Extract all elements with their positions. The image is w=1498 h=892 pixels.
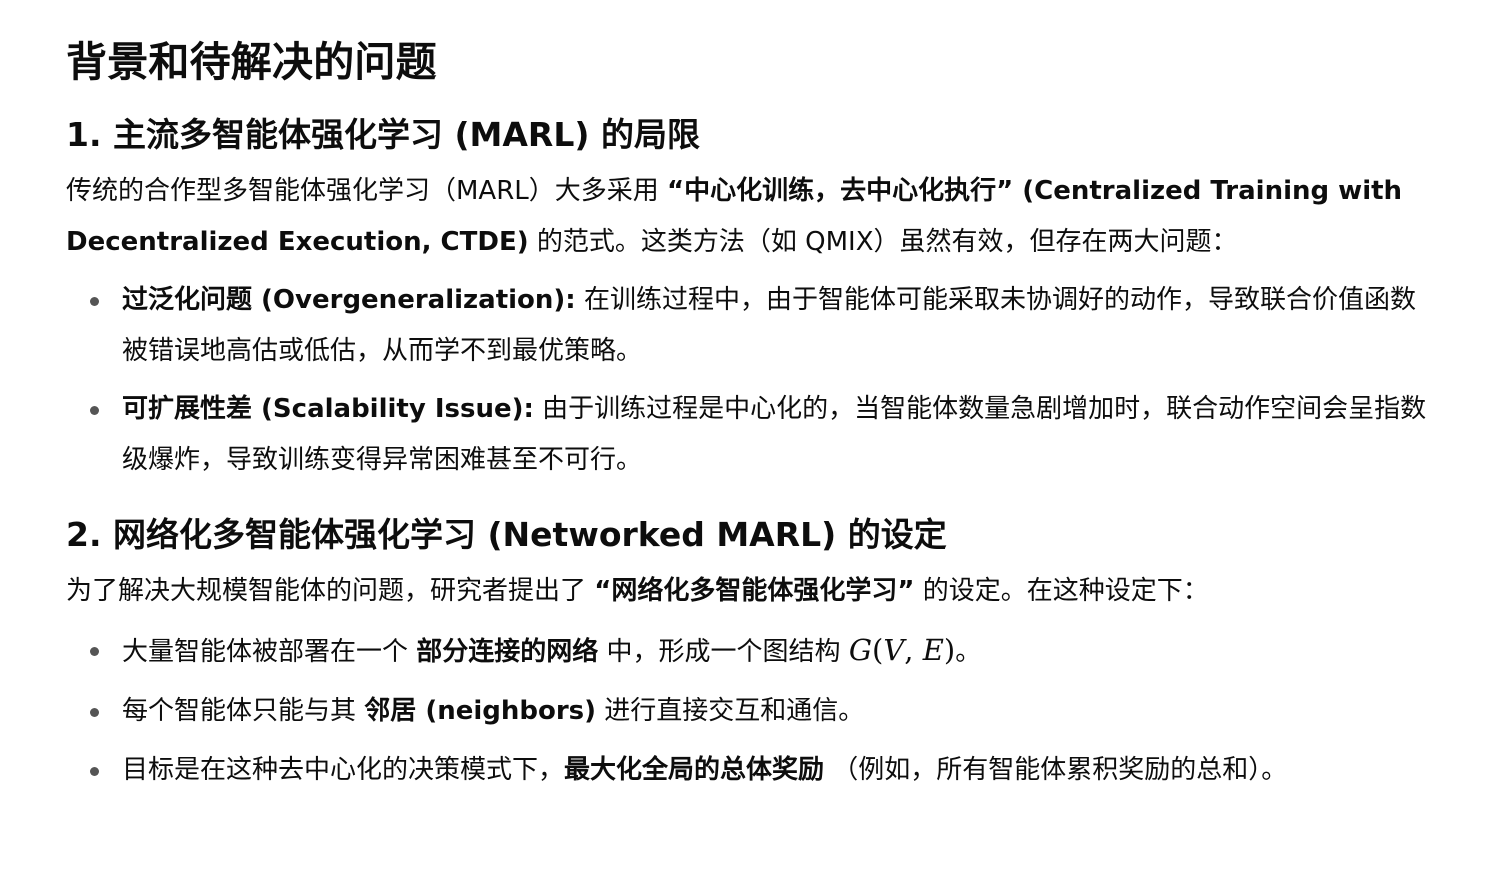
list-item-text: （例如，所有智能体累积奖励的总和）。 xyxy=(824,755,1288,785)
graph-formula: G(V, E) xyxy=(849,633,955,667)
list-item-bold: 邻居 (neighbors) xyxy=(364,696,597,726)
list-item-bold: 过泛化问题 (Overgeneralization): xyxy=(122,285,576,315)
document: 背景和待解决的问题 1. 主流多智能体强化学习 (MARL) 的局限 传统的合作… xyxy=(0,0,1498,892)
list-item: 每个智能体只能与其 邻居 (neighbors) 进行直接交互和通信。 xyxy=(90,686,1438,737)
list-item-text: 大量智能体被部署在一个 xyxy=(122,637,417,667)
section-2-intro-bold: “网络化多智能体强化学习” xyxy=(594,576,915,606)
list-item-text: 进行直接交互和通信。 xyxy=(596,696,865,726)
section-2-heading: 2. 网络化多智能体强化学习 (Networked MARL) 的设定 xyxy=(66,515,947,554)
section-1-heading: 1. 主流多智能体强化学习 (MARL) 的局限 xyxy=(66,115,700,154)
formula-g: G xyxy=(848,633,872,667)
list-item-end: 。 xyxy=(955,637,982,667)
list-item-bold: 可扩展性差 (Scalability Issue): xyxy=(122,394,534,424)
formula-v: V xyxy=(883,633,905,667)
list-item-text: 目标是在这种去中心化的决策模式下， xyxy=(122,755,565,785)
section-1-intro-text-2: 的范式。这类方法（如 QMIX）虽然有效，但存在两大问题： xyxy=(528,227,1238,257)
section-2-intro-text-2: 的设定。在这种设定下： xyxy=(914,576,1209,606)
formula-close-paren: ) xyxy=(943,633,956,667)
section-1-intro-text-1: 传统的合作型多智能体强化学习（MARL）大多采用 xyxy=(66,176,668,206)
section-2-intro-text-1: 为了解决大规模智能体的问题，研究者提出了 xyxy=(66,576,595,606)
section-2-list: 大量智能体被部署在一个 部分连接的网络 中，形成一个图结构 G(V, E)。 每… xyxy=(66,625,1438,796)
list-item: 大量智能体被部署在一个 部分连接的网络 中，形成一个图结构 G(V, E)。 xyxy=(90,625,1438,678)
formula-e: E xyxy=(922,633,944,667)
formula-comma: , xyxy=(904,633,923,667)
list-item: 过泛化问题 (Overgeneralization): 在训练过程中，由于智能体… xyxy=(90,275,1438,377)
list-item-bold: 部分连接的网络 xyxy=(416,637,599,667)
section-1-list: 过泛化问题 (Overgeneralization): 在训练过程中，由于智能体… xyxy=(66,275,1438,486)
list-item: 可扩展性差 (Scalability Issue): 由于训练过程是中心化的，当… xyxy=(90,384,1438,486)
list-item-bold: 最大化全局的总体奖励 xyxy=(564,755,825,785)
list-item-text: 每个智能体只能与其 xyxy=(122,696,365,726)
section-1-intro: 传统的合作型多智能体强化学习（MARL）大多采用 “中心化训练，去中心化执行” … xyxy=(66,166,1438,268)
list-item: 目标是在这种去中心化的决策模式下，最大化全局的总体奖励 （例如，所有智能体累积奖… xyxy=(90,745,1438,796)
page-title: 背景和待解决的问题 xyxy=(66,38,437,86)
section-2-intro: 为了解决大规模智能体的问题，研究者提出了 “网络化多智能体强化学习” 的设定。在… xyxy=(66,566,1438,617)
formula-open-paren: ( xyxy=(871,633,884,667)
list-item-text: 中，形成一个图结构 xyxy=(598,637,849,667)
